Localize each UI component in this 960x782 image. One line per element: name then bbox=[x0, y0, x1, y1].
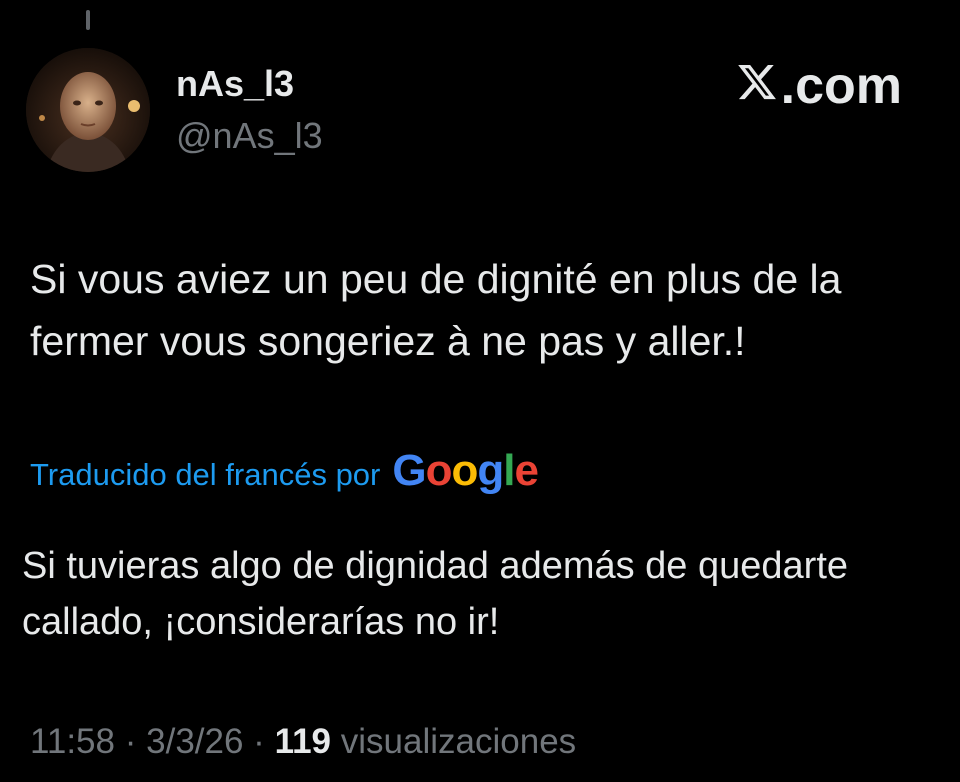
top-divider-line bbox=[86, 10, 90, 30]
meta-separator: · bbox=[253, 722, 265, 761]
google-logo: Google bbox=[392, 446, 539, 495]
translation-label[interactable]: Traducido del francés por bbox=[30, 457, 380, 493]
meta-separator: · bbox=[124, 722, 137, 761]
brand-domain-label: .com bbox=[780, 57, 902, 115]
views-label: visualizaciones bbox=[340, 722, 577, 761]
author-handle[interactable]: @nAs_l3 bbox=[176, 116, 323, 156]
translated-text: Si tuvieras algo de dignidad además de q… bbox=[22, 545, 849, 643]
author-display-name[interactable]: nAs_l3 bbox=[176, 64, 294, 104]
avatar-image bbox=[26, 48, 150, 172]
tweet-time[interactable]: 11:58 bbox=[30, 722, 115, 761]
brand-logo: .com bbox=[735, 60, 902, 112]
avatar[interactable] bbox=[26, 48, 150, 172]
x-logo-icon bbox=[735, 60, 779, 112]
tweet-metadata: 11:58 · 3/3/26 · 119 visualizaciones bbox=[30, 722, 576, 762]
tweet-date[interactable]: 3/3/26 bbox=[146, 722, 243, 761]
views-count: 119 bbox=[274, 722, 332, 761]
translation-attribution[interactable]: Traducido del francés por Google bbox=[30, 446, 539, 496]
tweet-text: Si vous aviez un peu de dignité en plus … bbox=[30, 256, 842, 364]
